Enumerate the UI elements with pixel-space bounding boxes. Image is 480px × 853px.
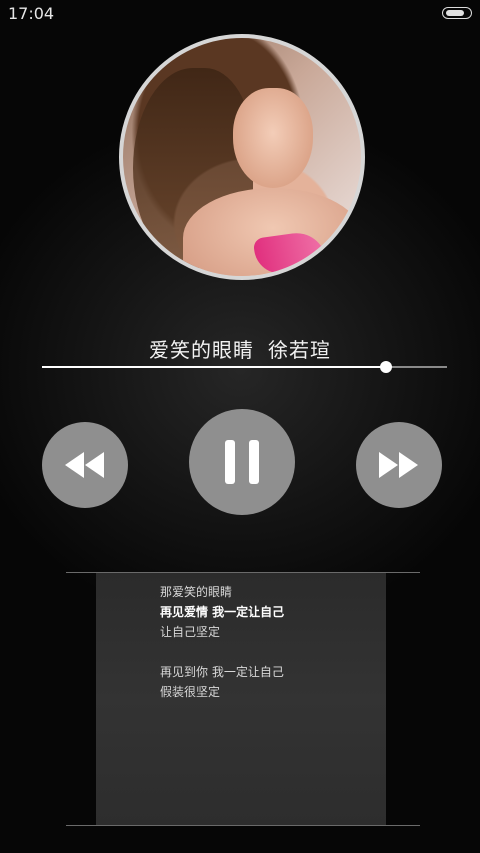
battery-level <box>446 10 464 16</box>
status-time: 17:04 <box>8 4 55 23</box>
progress-fill <box>42 366 387 368</box>
song-title: 爱笑的眼睛 <box>149 338 254 362</box>
next-button[interactable] <box>356 422 442 508</box>
song-artist: 徐若瑄 <box>268 338 331 362</box>
pause-icon <box>225 440 259 484</box>
lyrics-panel[interactable]: 那爱笑的眼睛 再见爱情 我一定让自己 让自己坚定 再见到你 我一定让自己 假装很… <box>66 572 420 826</box>
fast-forward-icon <box>379 452 418 478</box>
lyric-line: 再见到你 我一定让自己 <box>160 665 284 679</box>
progress-thumb[interactable] <box>380 361 393 373</box>
lyric-line: 让自己坚定 <box>160 625 221 639</box>
song-info: 爱笑的眼睛 徐若瑄 <box>0 334 480 363</box>
previous-button[interactable] <box>42 422 128 508</box>
progress-bar[interactable] <box>42 361 447 373</box>
battery-icon <box>442 7 472 19</box>
lyric-line-current: 再见爱情 我一定让自己 <box>160 605 285 619</box>
album-art[interactable] <box>119 34 365 280</box>
lyric-line: 假装很坚定 <box>160 685 221 699</box>
rewind-icon <box>65 452 104 478</box>
status-bar: 17:04 <box>0 0 480 28</box>
lyric-line: 那爱笑的眼睛 <box>160 585 233 599</box>
pause-button[interactable] <box>189 409 295 515</box>
